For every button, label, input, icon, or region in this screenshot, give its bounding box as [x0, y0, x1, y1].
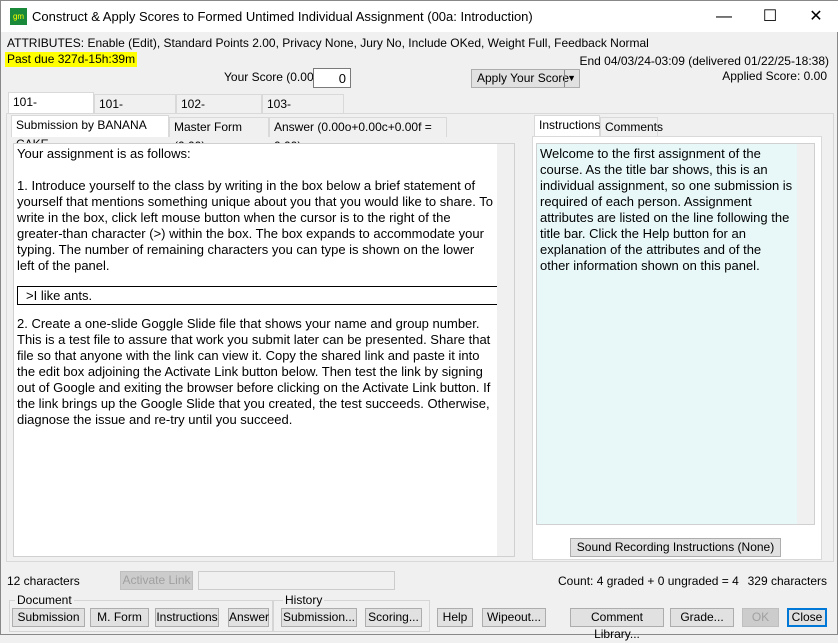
submission-scrollbar[interactable] — [497, 144, 514, 556]
tab-submission[interactable]: Submission by BANANA CAKE — [11, 115, 169, 151]
history-scoring-button[interactable]: Scoring... — [365, 608, 422, 627]
apply-score-label: Apply Your Score — [477, 71, 570, 85]
past-due-badge: Past due 327d-15h:39m — [5, 52, 138, 67]
history-group-label: History — [283, 593, 325, 607]
ok-button[interactable]: OK — [742, 608, 779, 627]
tab-answer[interactable]: Answer (0.00o+0.00c+0.00f = 0.00) — [269, 117, 447, 153]
link-input[interactable] — [198, 571, 395, 590]
help-button[interactable]: Help — [437, 608, 473, 627]
comment-library-button[interactable]: Comment Library... — [570, 608, 664, 641]
history-submission-button[interactable]: Submission... — [281, 608, 357, 627]
wipeout-button[interactable]: Wipeout... — [482, 608, 546, 627]
submission-document[interactable]: Your assignment is as follows: 1. Introd… — [13, 143, 515, 557]
document-instructions-button[interactable]: Instructions — [155, 608, 219, 627]
minimize-button[interactable]: — — [701, 5, 747, 29]
applied-score: Applied Score: 0.00 — [722, 69, 827, 83]
document-group-label: Document — [15, 593, 74, 607]
sound-recording-button[interactable]: Sound Recording Instructions (None) — [570, 538, 781, 557]
answer-box[interactable]: >I like ants. — [17, 286, 498, 305]
score-input[interactable]: 0 — [313, 68, 351, 88]
maximize-button[interactable]: ☐ — [747, 5, 793, 29]
your-score-label: Your Score (0.00) — [224, 70, 318, 84]
dropdown-arrow-icon[interactable]: ▼ — [564, 70, 578, 87]
tab-student-101-008[interactable]: 101-008(02.00) — [94, 94, 176, 130]
tab-master-form[interactable]: Master Form (0.00) — [169, 117, 269, 153]
apply-score-button[interactable]: Apply Your Score ▼ — [471, 69, 580, 88]
document-submission-button[interactable]: Submission — [12, 608, 85, 627]
end-info: End 04/03/24-03:09 (delivered 01/22/25-1… — [579, 54, 829, 68]
tab-instructions[interactable]: Instructions — [534, 115, 600, 137]
close-window-button[interactable]: ✕ — [793, 5, 838, 29]
question-1-text: 1. Introduce yourself to the class by wr… — [17, 178, 493, 273]
activate-link-button[interactable]: Activate Link — [120, 571, 193, 590]
tab-student-102-003[interactable]: 102-003(01.00) — [176, 94, 262, 130]
left-char-count: 12 characters — [7, 574, 80, 588]
attributes-line: ATTRIBUTES: Enable (Edit), Standard Poin… — [7, 36, 649, 50]
instructions-body: Welcome to the first assignment of the c… — [540, 146, 793, 273]
document-answer-button[interactable]: Answer — [228, 608, 269, 627]
grade-button[interactable]: Grade... — [670, 608, 734, 627]
close-button[interactable]: Close — [787, 608, 827, 627]
title-bar: gm Construct & Apply Scores to Formed Un… — [1, 1, 838, 32]
instructions-scrollbar[interactable] — [797, 144, 814, 524]
tab-student-101-002[interactable]: 101-002(00.00) — [8, 92, 94, 128]
graded-count: Count: 4 graded + 0 ungraded = 4 — [558, 574, 739, 588]
question-2-text: 2. Create a one-slide Goggle Slide file … — [17, 316, 491, 427]
intro-text: Your assignment is as follows: — [17, 146, 191, 161]
right-char-count: 329 characters — [747, 574, 827, 588]
document-master-form-button[interactable]: M. Form — [90, 608, 149, 627]
tab-student-103-009[interactable]: 103-009(02.00) — [262, 94, 344, 130]
window-title: Construct & Apply Scores to Formed Untim… — [32, 9, 533, 24]
tab-comments[interactable]: Comments — [600, 117, 663, 137]
instructions-text: Welcome to the first assignment of the c… — [536, 143, 815, 525]
app-logo-icon: gm — [10, 8, 27, 25]
